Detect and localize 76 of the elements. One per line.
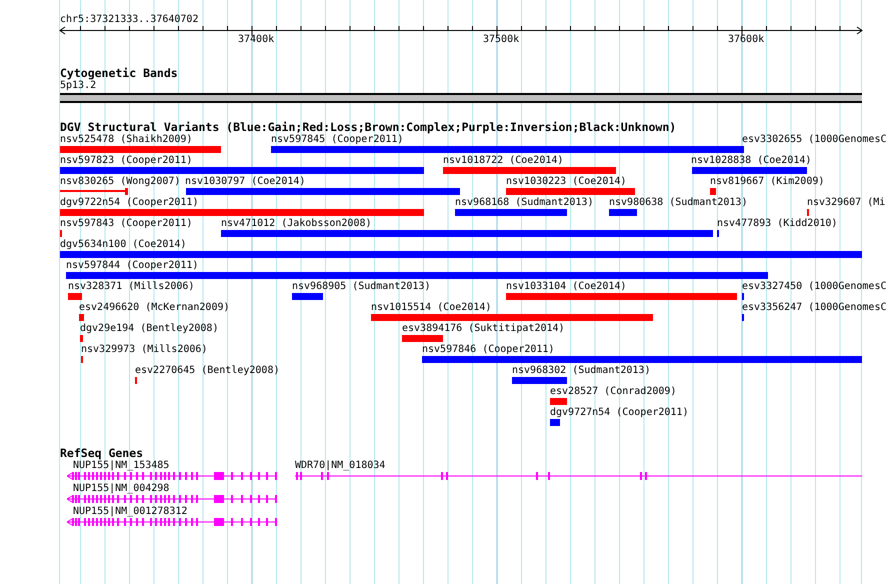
variant-label: nsv1028838 (Coe2014): [691, 155, 812, 167]
variant-bar[interactable]: [422, 356, 862, 363]
variant-label: dgv9722n54 (Cooper2011): [60, 197, 198, 209]
variant-label: nsv471012 (Jakobsson2008): [221, 218, 372, 230]
variant-label: nsv819667 (Kim2009): [710, 176, 824, 188]
variant-label: esv3356247 (1000GenomesC: [742, 302, 886, 314]
variant-label: nsv1030797 (Coe2014): [185, 176, 306, 188]
variant-bar[interactable]: [506, 188, 635, 195]
variant-bar[interactable]: [68, 293, 82, 300]
variant-label: dgv29e194 (Bentley2008): [80, 323, 218, 335]
variant-label: nsv1015514 (Coe2014): [371, 302, 492, 314]
variant-label: nsv597843 (Cooper2011): [60, 218, 192, 230]
variant-bar[interactable]: [60, 209, 424, 216]
variant-label: nsv328371 (Mills2006): [68, 281, 194, 293]
variant-label: nsv968302 (Sudmant2013): [512, 365, 650, 377]
variant-bar[interactable]: [402, 335, 443, 342]
variant-label: nsv597823 (Cooper2011): [60, 155, 192, 167]
variant-label: dgv9727n54 (Cooper2011): [550, 407, 688, 419]
track-title: DGV Structural Variants (Blue:Gain;Red:Loss;Brown:Complex;Purple:Inversion;Black:Unknown): [60, 121, 676, 134]
variant-bar[interactable]: [609, 209, 637, 216]
variant-bar[interactable]: [80, 335, 83, 342]
variant-label: esv3894176 (Suktitipat2014): [402, 323, 565, 335]
variant-bar[interactable]: [506, 293, 737, 300]
variant-bar[interactable]: [455, 209, 567, 216]
variant-label: esv2496620 (McKernan2009): [79, 302, 230, 314]
variant-bar[interactable]: [79, 314, 84, 321]
band-label: 5p13.2: [60, 80, 96, 92]
variant-bar[interactable]: [550, 419, 560, 426]
variant-bar[interactable]: [550, 398, 567, 405]
variant-label: nsv968168 (Sudmant2013): [455, 197, 594, 209]
tick-label: 37500k: [483, 34, 520, 46]
track-title: Cytogenetic Bands: [60, 67, 178, 80]
tick-label: 37400k: [238, 34, 274, 46]
gene-model-drawing[interactable]: [67, 494, 277, 504]
variant-label: nsv597845 (Cooper2011): [271, 134, 404, 146]
variant-label: nsv477893 (Kidd2010): [717, 218, 838, 230]
variant-bar[interactable]: [710, 188, 716, 195]
variant-label: nsv830265 (Wong2007): [60, 176, 180, 188]
variant-bar[interactable]: [692, 167, 807, 174]
variant-bar[interactable]: [66, 272, 768, 279]
track-title: RefSeq Genes: [60, 447, 144, 460]
variant-label: esv3302655 (1000GenomesC: [742, 134, 886, 146]
variant-label: nsv1030223 (Coe2014): [506, 176, 626, 188]
variant-label: nsv525478 (Shaikh2009): [60, 134, 192, 146]
gene-label: NUP155|NM_004298: [73, 483, 170, 495]
region-label: chr5:37321333..37640702: [60, 14, 198, 26]
variant-label: nsv329607 (Mi: [807, 197, 886, 209]
variant-label: esv3327450 (1000GenomesC: [742, 281, 886, 293]
gene-model-drawing[interactable]: [295, 471, 863, 481]
variant-bar[interactable]: [292, 293, 323, 300]
variant-bar[interactable]: [60, 146, 221, 153]
variant-label: nsv329973 (Mills2006): [81, 344, 208, 356]
variant-bar[interactable]: [443, 167, 616, 174]
variant-bar[interactable]: [271, 146, 742, 153]
variant-label: esv2270645 (Bentley2008): [135, 365, 280, 377]
gene-label: WDR70|NM_018034: [295, 460, 386, 472]
variant-bar[interactable]: [221, 230, 713, 237]
variant-label: nsv968905 (Sudmant2013): [292, 281, 430, 293]
variant-label: nsv1018722 (Coe2014): [443, 155, 564, 167]
variant-bar[interactable]: [371, 314, 653, 321]
gene-model-drawing[interactable]: [67, 517, 277, 527]
variant-label: dgv5634n100 (Coe2014): [60, 239, 186, 251]
variant-bar[interactable]: [60, 251, 862, 258]
gene-label: NUP155|NM_001278312: [73, 506, 188, 518]
variant-bar[interactable]: [186, 188, 460, 195]
variant-label: nsv980638 (Sudmant2013): [609, 197, 748, 209]
variant-label: nsv1033104 (Coe2014): [506, 281, 626, 293]
variant-label: nsv597846 (Cooper2011): [422, 344, 554, 356]
variant-line[interactable]: [60, 188, 128, 195]
variant-label: nsv597844 (Cooper2011): [66, 260, 198, 272]
variant-bar[interactable]: [512, 377, 567, 384]
variant-bar[interactable]: [60, 167, 424, 174]
gene-model-drawing[interactable]: [67, 471, 277, 481]
tick-label: 37600k: [728, 34, 764, 46]
variant-label: esv28527 (Conrad2009): [550, 386, 676, 398]
gene-label: NUP155|NM_153485: [73, 460, 170, 472]
